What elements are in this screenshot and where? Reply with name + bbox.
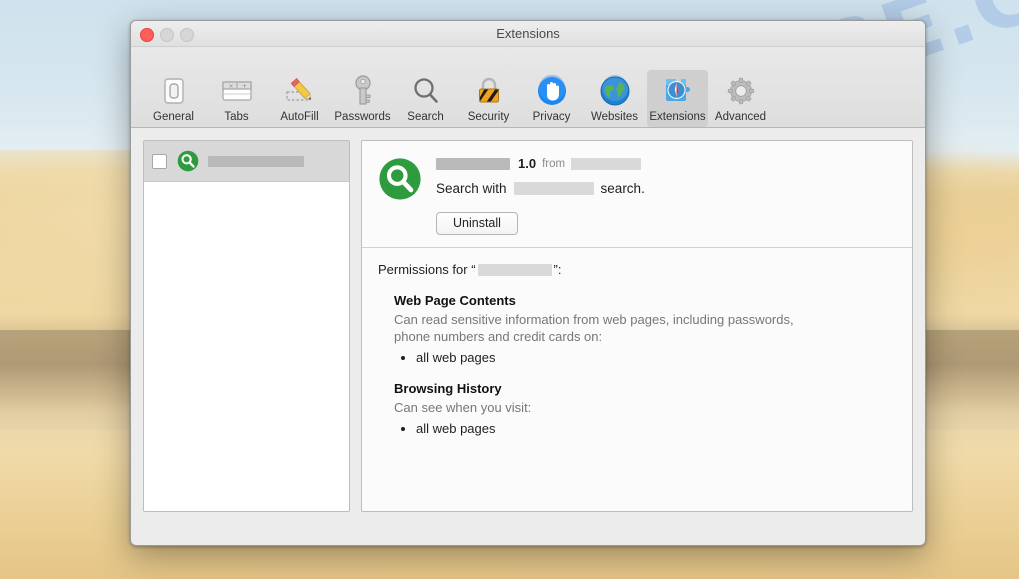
toolbar-label-extensions: Extensions <box>647 111 708 123</box>
toolbar-label-security: Security <box>458 111 519 123</box>
extension-enable-checkbox[interactable] <box>152 154 167 169</box>
green-magnifier-icon <box>378 157 422 201</box>
toolbar-item-autofill[interactable]: AutoFill <box>269 70 330 127</box>
privacy-hand-icon <box>521 74 582 108</box>
from-label: from <box>542 158 565 170</box>
desktop-wallpaper: MYANTISPYWARE.COM Extensions General <box>0 0 1019 579</box>
description-suffix: search. <box>601 181 645 196</box>
permission-group-detail: Can see when you visit: <box>394 399 824 416</box>
permission-group-web-page-contents: Web Page Contents Can read sensitive inf… <box>378 293 896 365</box>
permissions-heading-suffix: ”: <box>554 262 562 277</box>
extension-version: 1.0 <box>518 156 536 171</box>
permission-group-browsing-history: Browsing History Can see when you visit:… <box>378 381 896 436</box>
permissions-heading: Permissions for “ ”: <box>378 262 896 277</box>
websites-globe-icon <box>584 74 645 108</box>
permission-group-detail: Can read sensitive information from web … <box>394 311 824 345</box>
toolbar-item-passwords[interactable]: Passwords <box>332 70 393 127</box>
toolbar-label-tabs: Tabs <box>206 111 267 123</box>
tabs-icon: × + <box>206 74 267 108</box>
permissions-heading-prefix: Permissions for “ <box>378 262 476 277</box>
toolbar-label-websites: Websites <box>584 111 645 123</box>
svg-text:×: × <box>228 83 233 90</box>
toolbar-item-security[interactable]: Security <box>458 70 519 127</box>
permission-group-title: Web Page Contents <box>394 293 896 308</box>
window-bottom-padding <box>131 524 925 546</box>
minimize-button[interactable] <box>160 28 174 42</box>
extensions-puzzle-icon <box>647 74 708 108</box>
safari-preferences-window: Extensions General × <box>130 20 926 546</box>
toolbar-label-autofill: AutoFill <box>269 111 330 123</box>
general-icon <box>143 74 204 108</box>
list-item[interactable] <box>144 141 349 182</box>
window-titlebar: Extensions <box>131 21 925 47</box>
toolbar-label-privacy: Privacy <box>521 111 582 123</box>
permissions-name-redacted <box>478 264 552 276</box>
green-magnifier-icon <box>177 150 199 172</box>
toolbar-item-tabs[interactable]: × + Tabs <box>206 70 267 127</box>
window-title: Extensions <box>131 21 925 46</box>
permission-group-items: all web pages <box>394 350 896 365</box>
list-item: all web pages <box>416 421 896 436</box>
toolbar-label-search: Search <box>395 111 456 123</box>
toolbar-label-passwords: Passwords <box>332 111 393 123</box>
extension-detail-header: 1.0 from Search with search. Uninstall <box>362 141 912 248</box>
close-button[interactable] <box>140 28 154 42</box>
extension-description: Search with search. <box>436 181 896 196</box>
extension-title-row: 1.0 from <box>436 155 896 172</box>
uninstall-button[interactable]: Uninstall <box>436 212 518 235</box>
toolbar-label-advanced: Advanced <box>710 111 771 123</box>
permissions-section: Permissions for “ ”: Web Page Contents C… <box>362 248 912 446</box>
security-lock-icon <box>458 74 519 108</box>
list-item: all web pages <box>416 350 896 365</box>
svg-text:+: + <box>242 83 247 90</box>
advanced-gear-icon <box>710 74 771 108</box>
toolbar-label-general: General <box>143 111 204 123</box>
extension-name-redacted <box>436 158 510 170</box>
extension-detail-panel: 1.0 from Search with search. Uninstall <box>361 140 913 512</box>
preferences-body: 1.0 from Search with search. Uninstall <box>131 128 925 524</box>
description-prefix: Search with <box>436 181 507 196</box>
permission-group-title: Browsing History <box>394 381 896 396</box>
toolbar-item-general[interactable]: General <box>143 70 204 127</box>
preferences-toolbar: General × + Tabs <box>131 47 925 128</box>
toolbar-item-extensions[interactable]: Extensions <box>647 70 708 127</box>
search-magnifier-icon <box>395 74 456 108</box>
toolbar-item-privacy[interactable]: Privacy <box>521 70 582 127</box>
extensions-list[interactable] <box>143 140 350 512</box>
toolbar-item-websites[interactable]: Websites <box>584 70 645 127</box>
description-redacted-term <box>514 182 594 195</box>
autofill-icon <box>269 74 330 108</box>
toolbar-item-search[interactable]: Search <box>395 70 456 127</box>
maximize-button[interactable] <box>180 28 194 42</box>
extension-name-redacted <box>208 156 304 167</box>
extension-publisher-redacted <box>571 158 641 170</box>
permission-group-items: all web pages <box>394 421 896 436</box>
toolbar-item-advanced[interactable]: Advanced <box>710 70 771 127</box>
passwords-key-icon <box>332 74 393 108</box>
